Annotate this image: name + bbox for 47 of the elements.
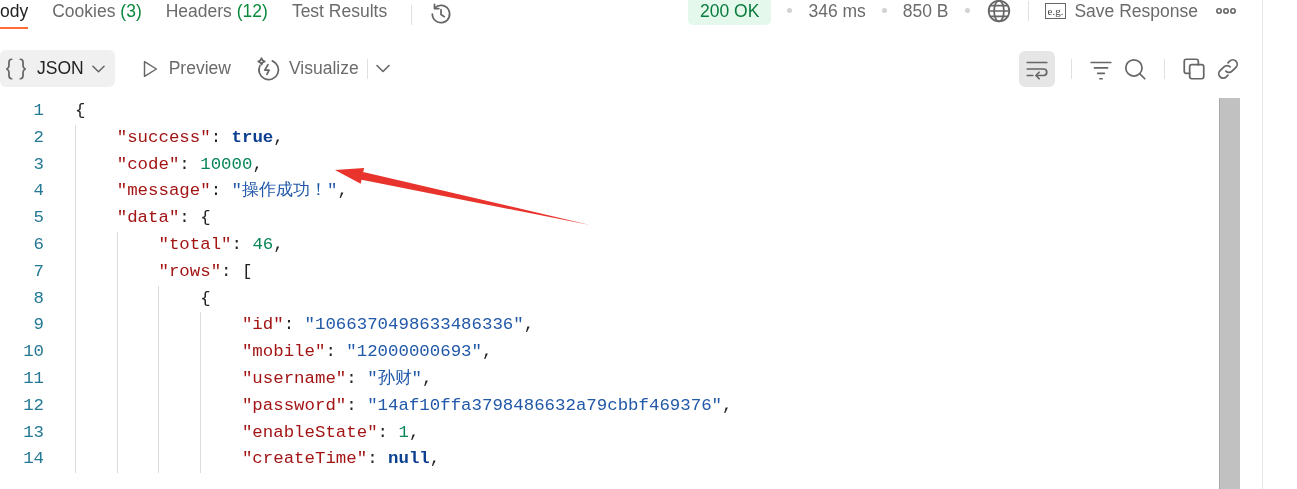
chevron-down-icon[interactable] (375, 64, 390, 73)
line-number: 4 (32, 180, 44, 203)
line-number: 3 (32, 153, 44, 176)
braces-icon (3, 55, 29, 82)
response-tab[interactable]: ody (0, 0, 29, 29)
code-line: "createTime": null, (241, 448, 441, 471)
response-time: 346 ms (808, 0, 866, 23)
visualize-button[interactable]: Visualize (254, 55, 359, 82)
line-number: 1 (32, 100, 44, 122)
code-line: "id": "1066370498633486336", (241, 314, 535, 337)
line-number: 7 (32, 260, 44, 283)
line-number: 11 (22, 367, 44, 390)
code-line: { (200, 287, 211, 310)
line-number: 6 (32, 234, 44, 256)
scrollbar[interactable] (1219, 98, 1240, 489)
line-number: 9 (32, 314, 44, 337)
code-line: "success": true, (116, 126, 284, 149)
chevron-down-icon (91, 64, 105, 73)
preview-button[interactable]: Preview (138, 55, 231, 82)
save-response-button[interactable]: e.g. Save Response (1044, 0, 1198, 24)
response-tab[interactable]: Cookies (3) (52, 0, 142, 29)
sparkle-circle-icon (254, 55, 281, 82)
response-size: 850 B (902, 0, 949, 23)
line-number: 8 (32, 287, 44, 310)
code-line: "total": 46, (158, 234, 284, 256)
code-line: "message": "操作成功！", (116, 180, 348, 203)
globe-icon[interactable] (985, 0, 1012, 24)
code-line: "mobile": "12000000693", (241, 341, 493, 364)
code-line: "code": 10000, (116, 153, 263, 176)
line-number: 12 (22, 394, 44, 417)
wrap-lines-button[interactable] (1019, 50, 1055, 87)
line-number: 5 (32, 207, 44, 230)
code-line: "enableState": 1, (241, 421, 420, 444)
line-number: 10 (22, 341, 44, 364)
code-line: "password": "14af10ffa3798486632a79cbbf469376", (241, 394, 733, 417)
line-number: 2 (32, 126, 44, 149)
status-code: 200 OK (688, 0, 772, 25)
line-number: 13 (22, 421, 44, 444)
response-tab[interactable]: Test Results (291, 0, 388, 29)
copy-icon[interactable] (1181, 55, 1207, 82)
code-line: "username": "孙财", (241, 367, 433, 390)
response-tab[interactable]: Headers (12) (165, 0, 268, 29)
format-dropdown[interactable]: JSON (0, 50, 115, 87)
code-line: { (75, 100, 86, 122)
line-number: 14 (22, 448, 44, 471)
code-line: "rows": [ (158, 260, 253, 283)
code-line: "data": { (116, 207, 211, 230)
